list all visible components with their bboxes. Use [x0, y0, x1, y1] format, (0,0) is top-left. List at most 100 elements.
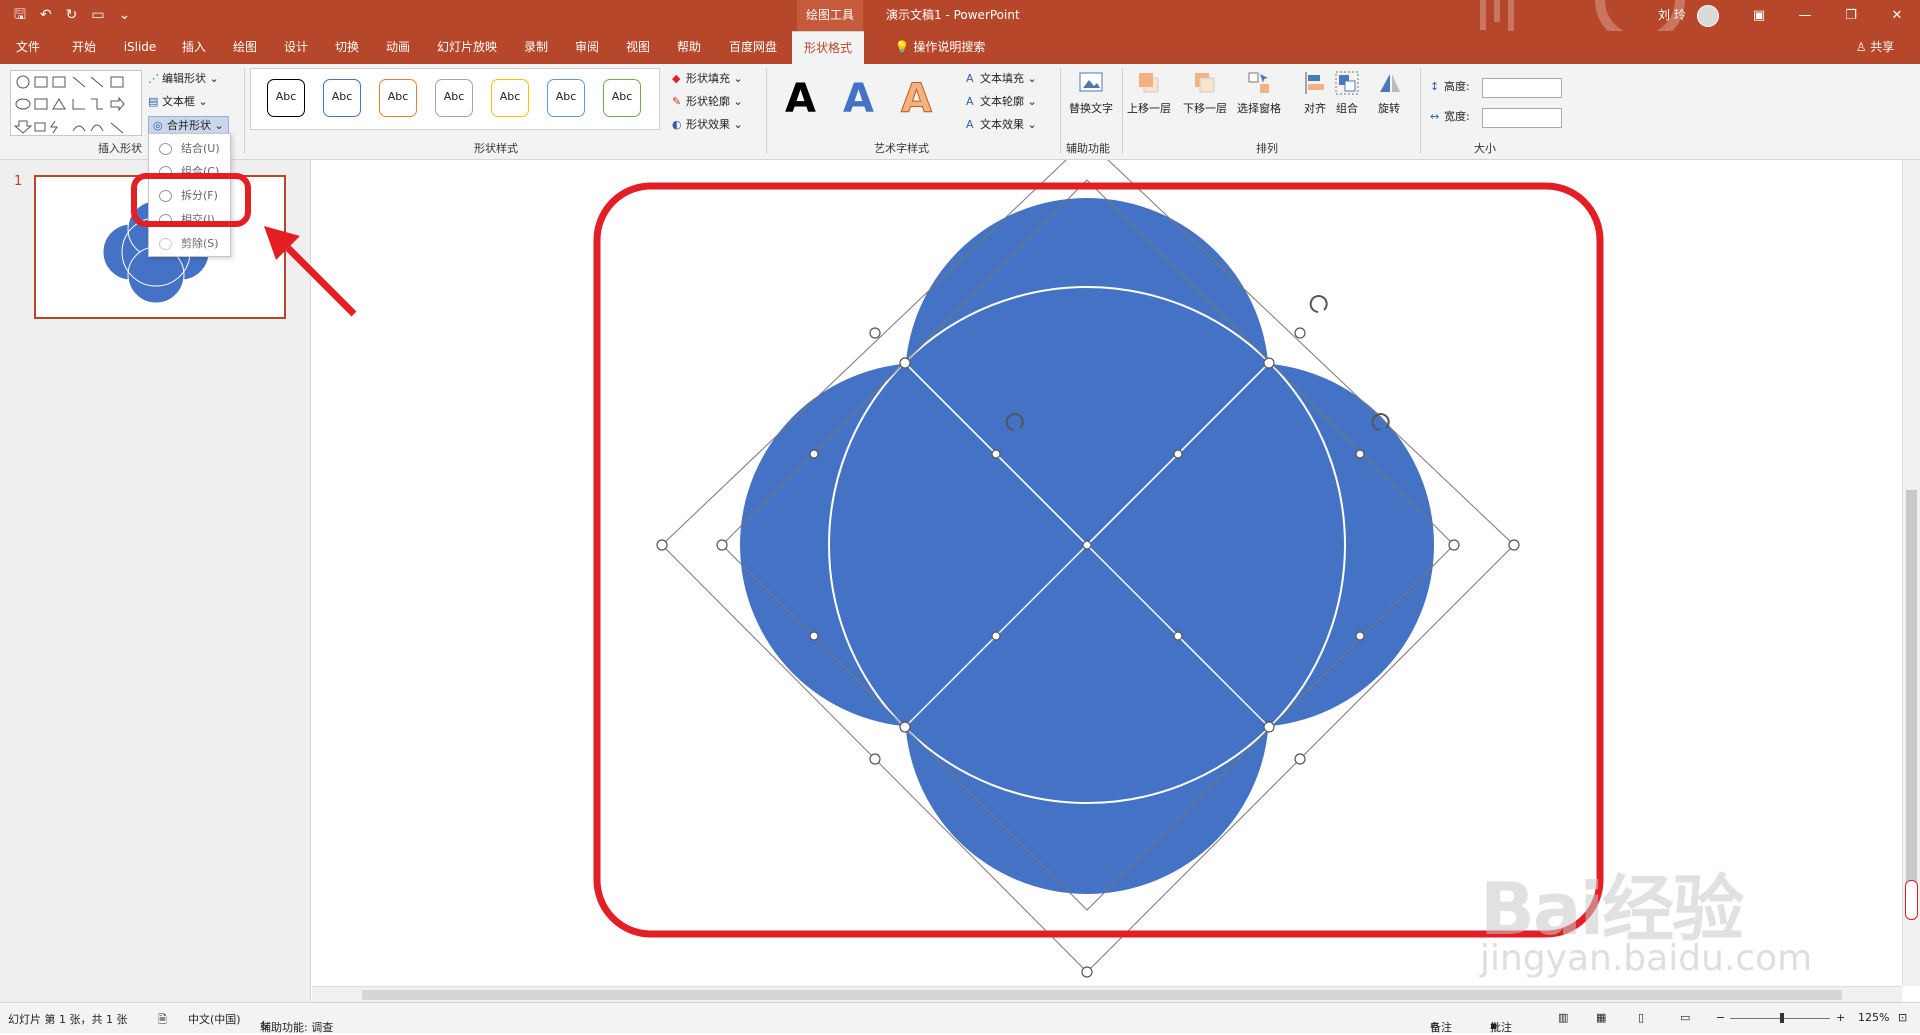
- minimize-icon[interactable]: —: [1782, 0, 1828, 31]
- style-swatch-black[interactable]: Abc: [267, 79, 305, 117]
- zoom-slider-thumb[interactable]: [1780, 1013, 1784, 1023]
- menu-item-union[interactable]: 结合(U): [149, 138, 232, 160]
- save-icon[interactable]: 🖫: [14, 6, 26, 24]
- share-button[interactable]: ♙ 共享: [1850, 31, 1900, 64]
- vertical-scrollbar[interactable]: [1902, 160, 1920, 986]
- slide-editing-canvas[interactable]: [312, 139, 1902, 986]
- height-input[interactable]: [1482, 78, 1562, 98]
- subtract-label: 剪除(S): [181, 237, 219, 250]
- menu-item-fragment[interactable]: 拆分(F): [149, 185, 232, 207]
- zoom-out-icon[interactable]: −: [1716, 1011, 1725, 1024]
- tab-transitions[interactable]: 切换: [333, 31, 361, 64]
- tab-baidu-netdisk[interactable]: 百度网盘: [726, 31, 780, 64]
- horizontal-scroll-thumb[interactable]: [362, 990, 1842, 1000]
- rotate-button[interactable]: 旋转: [1366, 70, 1412, 116]
- vertical-scroll-thumb[interactable]: [1906, 490, 1917, 910]
- contextual-tab-label: 绘图工具: [797, 0, 863, 31]
- fit-slide-icon[interactable]: ⊡: [1898, 1011, 1907, 1024]
- tab-home[interactable]: 开始: [70, 31, 98, 64]
- style-swatch-gold[interactable]: Abc: [491, 79, 529, 117]
- height-label-text: 高度:: [1444, 80, 1470, 93]
- shape-styles-gallery[interactable]: Abc Abc Abc Abc Abc Abc Abc: [250, 68, 660, 130]
- width-input[interactable]: [1482, 108, 1562, 128]
- text-box-label: 文本框: [162, 95, 195, 108]
- ribbon-display-icon[interactable]: ▣: [1736, 0, 1782, 31]
- horizontal-scrollbar[interactable]: [312, 986, 1902, 1002]
- wordart-black[interactable]: A: [785, 76, 816, 122]
- status-bar: 幻灯片 第 1 张，共 1 张 🗎 中文(中国) ♿ 辅助功能: 调查 ≡ 备注…: [0, 1002, 1920, 1034]
- style-swatch-blue[interactable]: Abc: [323, 79, 361, 117]
- close-icon[interactable]: ✕: [1874, 0, 1920, 31]
- user-name[interactable]: 刘 玲: [1658, 0, 1686, 31]
- edit-shape-button[interactable]: ⋰ 编辑形状 ⌄: [148, 70, 219, 88]
- undo-icon[interactable]: ↶: [40, 6, 52, 24]
- tab-design[interactable]: 设计: [282, 31, 310, 64]
- menu-item-combine[interactable]: 组合(C): [149, 161, 232, 183]
- avatar[interactable]: [1697, 5, 1719, 27]
- paint-bucket-icon: ◆: [672, 72, 681, 85]
- alt-text-button[interactable]: 替换文字: [1068, 70, 1114, 116]
- text-outline-button[interactable]: A 文本轮廓 ⌄: [966, 93, 1037, 111]
- intersect-label: 相交(I): [181, 213, 215, 226]
- tab-help[interactable]: 帮助: [675, 31, 703, 64]
- slide-sorter-icon[interactable]: ▦: [1596, 1011, 1606, 1024]
- shape-outline-button[interactable]: ✎ 形状轮廓 ⌄: [672, 93, 743, 111]
- share-label: 共享: [1870, 40, 1895, 54]
- notes-proofing-icon[interactable]: 🗎: [158, 1011, 167, 1030]
- group-divider: [244, 68, 245, 154]
- tab-slideshow[interactable]: 幻灯片放映: [435, 31, 499, 64]
- redo-icon[interactable]: ↻: [66, 6, 78, 24]
- shapes-gallery[interactable]: [10, 70, 142, 136]
- menu-item-subtract[interactable]: 剪除(S): [149, 233, 232, 255]
- combine-icon: [159, 166, 172, 178]
- tab-record[interactable]: 录制: [522, 31, 550, 64]
- union-icon: [159, 143, 172, 155]
- menu-item-intersect[interactable]: 相交(I): [149, 209, 232, 231]
- slide-info: 幻灯片 第 1 张，共 1 张: [8, 1013, 128, 1026]
- tab-islide[interactable]: iSlide: [122, 31, 158, 64]
- tab-draw[interactable]: 绘图: [231, 31, 259, 64]
- tab-animations[interactable]: 动画: [384, 31, 412, 64]
- style-swatch-gray[interactable]: Abc: [435, 79, 473, 117]
- insert-shapes-group-label: 插入形状: [98, 142, 142, 155]
- shape-effects-button[interactable]: ◐ 形状效果 ⌄: [672, 116, 743, 134]
- text-box-button[interactable]: ▤ 文本框 ⌄: [148, 93, 208, 111]
- slide-number: 1: [14, 174, 23, 189]
- group-divider: [766, 68, 767, 154]
- selection-pane-button[interactable]: 选择窗格: [1236, 70, 1282, 116]
- text-effects-button[interactable]: A 文本效果 ⌄: [966, 116, 1037, 134]
- tab-view[interactable]: 视图: [624, 31, 652, 64]
- wordart-gallery[interactable]: A A A: [775, 68, 951, 130]
- wordart-orange[interactable]: A: [901, 76, 933, 123]
- bring-forward-button[interactable]: 上移一层: [1126, 70, 1172, 116]
- style-swatch-orange[interactable]: Abc: [379, 79, 417, 117]
- style-swatch-green[interactable]: Abc: [603, 79, 641, 117]
- text-fill-icon: A: [966, 72, 974, 85]
- shape-fill-button[interactable]: ◆ 形状填充 ⌄: [672, 70, 743, 88]
- slide-artwork: [593, 139, 1604, 978]
- customize-icon[interactable]: ⌄: [119, 6, 131, 24]
- tab-review[interactable]: 审阅: [573, 31, 601, 64]
- language-status[interactable]: 中文(中国): [188, 1011, 241, 1027]
- merge-shapes-menu: 结合(U) 组合(C) 拆分(F) 相交(I) 剪除(S): [148, 133, 231, 257]
- person-icon: ♙: [1855, 40, 1867, 54]
- edit-shape-label: 编辑形状: [162, 72, 206, 85]
- tab-shape-format[interactable]: 形状格式: [792, 31, 864, 64]
- zoom-level[interactable]: 125%: [1858, 1011, 1889, 1024]
- restore-icon[interactable]: ❐: [1828, 0, 1874, 31]
- tell-me-search[interactable]: 💡 操作说明搜索: [880, 31, 1000, 64]
- width-icon: ↔: [1430, 110, 1440, 123]
- normal-view-icon[interactable]: ▥: [1558, 1011, 1568, 1024]
- present-icon[interactable]: ▭: [91, 6, 104, 24]
- wordart-blue[interactable]: A: [843, 76, 874, 122]
- text-fill-button[interactable]: A 文本填充 ⌄: [966, 70, 1037, 88]
- text-outline-label: 文本轮廓: [980, 95, 1024, 108]
- reading-view-icon[interactable]: ▯: [1638, 1011, 1644, 1024]
- slideshow-icon[interactable]: ▭: [1680, 1011, 1690, 1024]
- tab-insert[interactable]: 插入: [180, 31, 208, 64]
- style-swatch-lightblue[interactable]: Abc: [547, 79, 585, 117]
- group-button[interactable]: 组合: [1324, 70, 1370, 116]
- zoom-in-icon[interactable]: +: [1836, 1011, 1845, 1024]
- send-backward-button[interactable]: 下移一层: [1182, 70, 1228, 116]
- tab-file[interactable]: 文件: [14, 31, 42, 64]
